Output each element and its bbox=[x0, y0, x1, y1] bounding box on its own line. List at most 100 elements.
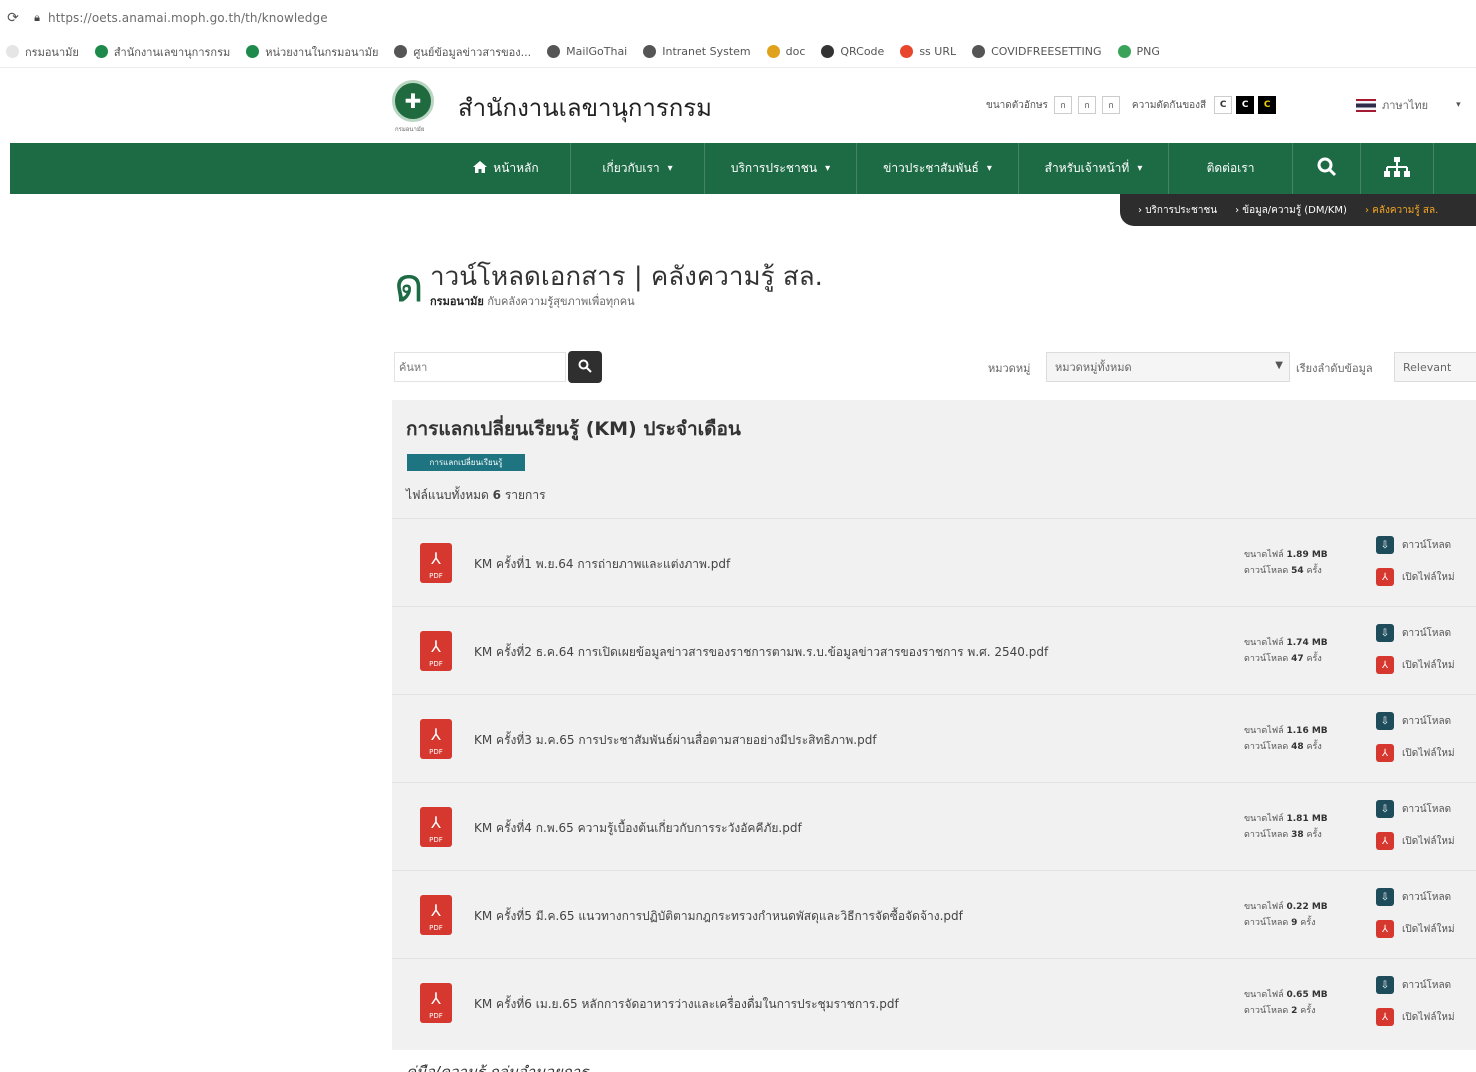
bookmark-icon bbox=[394, 45, 408, 58]
bookmark-item[interactable]: COVIDFREESETTING bbox=[972, 45, 1102, 58]
open-file-button[interactable]: ⅄ เปิดไฟล์ใหม่ bbox=[1376, 744, 1455, 762]
contrast-dark-button[interactable]: C bbox=[1236, 96, 1255, 114]
bookmark-item[interactable]: ss URL bbox=[900, 45, 956, 58]
reload-icon[interactable]: ⟳ bbox=[0, 10, 26, 26]
download-button-label: ดาวน์โหลด bbox=[1402, 627, 1452, 639]
file-meta: ขนาดไฟล์ 1.16 MB ดาวน์โหลด 48 ครั้ง bbox=[1244, 723, 1328, 755]
download-button-label: ดาวน์โหลด bbox=[1402, 891, 1452, 903]
pdf-file-icon[interactable]: ⅄ PDF bbox=[420, 895, 452, 935]
bookmark-item[interactable]: สำนักงานเลขานุการกรม bbox=[94, 43, 231, 61]
nav-about-label: เกี่ยวกับเรา bbox=[602, 161, 660, 175]
bookmark-item[interactable]: MailGoThai bbox=[547, 45, 627, 58]
times-label: ครั้ง bbox=[1300, 918, 1316, 928]
bookmark-icon bbox=[643, 45, 657, 58]
download-button[interactable]: ⇩ ดาวน์โหลด bbox=[1376, 888, 1451, 906]
open-file-button-label: เปิดไฟล์ใหม่ bbox=[1402, 571, 1455, 583]
download-button[interactable]: ⇩ ดาวน์โหลด bbox=[1376, 712, 1451, 730]
font-size-large-button[interactable]: ก bbox=[1101, 96, 1120, 114]
bookmark-label: COVIDFREESETTING bbox=[991, 45, 1102, 58]
department-logo[interactable]: ✚ bbox=[392, 80, 434, 122]
nav-home-label: หน้าหลัก bbox=[493, 161, 539, 175]
file-name[interactable]: KM ครั้งที่4 ก.พ.65 ความรู้เบื้องต้นเกี่… bbox=[474, 819, 802, 838]
file-name[interactable]: KM ครั้งที่6 เม.ย.65 หลักการจัดอาหารว่าง… bbox=[474, 995, 899, 1014]
pdf-file-icon[interactable]: ⅄ PDF bbox=[420, 983, 452, 1023]
nav-public-services-label: บริการประชาชน bbox=[730, 161, 818, 175]
bookmark-icon bbox=[547, 45, 561, 58]
open-file-icon: ⅄ bbox=[1376, 1008, 1394, 1026]
download-count: 2 bbox=[1291, 1006, 1298, 1016]
bookmark-item[interactable]: doc bbox=[766, 45, 806, 58]
search-icon bbox=[1317, 157, 1337, 180]
bookmark-item[interactable]: QRCode bbox=[821, 45, 884, 58]
bookmark-label: PNG bbox=[1136, 45, 1160, 58]
pdf-file-icon[interactable]: ⅄ PDF bbox=[420, 719, 452, 759]
nav-staff[interactable]: สำหรับเจ้าหน้าที่ ▾ bbox=[1018, 143, 1168, 194]
nav-sitemap-button[interactable] bbox=[1360, 143, 1434, 194]
contrast-normal-button[interactable]: C bbox=[1214, 96, 1233, 114]
open-file-button[interactable]: ⅄ เปิดไฟล์ใหม่ bbox=[1376, 568, 1455, 586]
nav-about[interactable]: เกี่ยวกับเรา ▾ bbox=[570, 143, 704, 194]
file-size: 1.74 MB bbox=[1286, 638, 1328, 648]
file-name[interactable]: KM ครั้งที่5 มี.ค.65 แนวทางการปฏิบัติตาม… bbox=[474, 907, 963, 926]
pdf-file-icon[interactable]: ⅄ PDF bbox=[420, 631, 452, 671]
site-title[interactable]: สำนักงานเลขานุการกรม bbox=[458, 88, 712, 127]
file-size-label: ขนาดไฟล์ bbox=[1244, 902, 1284, 912]
sort-select[interactable]: Relevant bbox=[1394, 352, 1476, 382]
download-button[interactable]: ⇩ ดาวน์โหลด bbox=[1376, 976, 1451, 994]
nav-public-services[interactable]: บริการประชาชน ▾ bbox=[704, 143, 856, 194]
page-title-initial: ด bbox=[394, 258, 424, 312]
font-size-medium-button[interactable]: ก bbox=[1077, 96, 1096, 114]
contrast-yellow-button[interactable]: C bbox=[1258, 96, 1277, 114]
download-button[interactable]: ⇩ ดาวน์โหลด bbox=[1376, 800, 1451, 818]
open-file-icon: ⅄ bbox=[1376, 568, 1394, 586]
download-button[interactable]: ⇩ ดาวน์โหลด bbox=[1376, 624, 1451, 642]
times-label: ครั้ง bbox=[1306, 742, 1322, 752]
open-file-button[interactable]: ⅄ เปิดไฟล์ใหม่ bbox=[1376, 832, 1455, 850]
search-button[interactable] bbox=[568, 351, 602, 383]
acrobat-icon: ⅄ bbox=[431, 637, 441, 656]
nav-contact[interactable]: ติดต่อเรา bbox=[1168, 143, 1292, 194]
pdf-file-icon[interactable]: ⅄ PDF bbox=[420, 807, 452, 847]
open-file-button-label: เปิดไฟล์ใหม่ bbox=[1402, 659, 1455, 671]
acrobat-icon: ⅄ bbox=[431, 813, 441, 832]
file-name[interactable]: KM ครั้งที่1 พ.ย.64 การถ่ายภาพและแต่งภาพ… bbox=[474, 555, 730, 574]
file-name[interactable]: KM ครั้งที่2 ธ.ค.64 การเปิดเผยข้อมูลข่าว… bbox=[474, 643, 1048, 662]
nav-search-button[interactable] bbox=[1292, 143, 1360, 194]
bookmark-icon bbox=[972, 45, 986, 58]
address-bar[interactable]: ⟳ 🔒︎ https://oets.anamai.moph.go.th/th/k… bbox=[0, 0, 1476, 36]
breadcrumb: › บริการประชาชน › ข้อมูล/ความรู้ (DM/KM)… bbox=[1120, 194, 1476, 226]
bookmark-item[interactable]: หน่วยงานในกรมอนามัย bbox=[246, 43, 378, 61]
language-select[interactable]: ภาษาไทย ▾ bbox=[1356, 96, 1461, 114]
open-file-button[interactable]: ⅄ เปิดไฟล์ใหม่ bbox=[1376, 1008, 1455, 1026]
accessibility-controls: ขนาดตัวอักษร ก ก ก ความตัดกันของสี C C C bbox=[986, 96, 1277, 114]
site-header: ✚ กรมอนามัย สำนักงานเลขานุการกรม ขนาดตัว… bbox=[0, 68, 1476, 142]
open-file-button-label: เปิดไฟล์ใหม่ bbox=[1402, 835, 1455, 847]
bookmark-item[interactable]: กรมอนามัย bbox=[6, 43, 79, 61]
url-text[interactable]: https://oets.anamai.moph.go.th/th/knowle… bbox=[48, 11, 328, 25]
search-input[interactable] bbox=[394, 352, 566, 382]
bookmark-item[interactable]: PNG bbox=[1117, 45, 1160, 58]
file-name[interactable]: KM ครั้งที่3 ม.ค.65 การประชาสัมพันธ์ผ่าน… bbox=[474, 731, 877, 750]
chevron-down-icon: ▾ bbox=[667, 163, 673, 174]
nav-home[interactable]: หน้าหลัก bbox=[454, 143, 558, 194]
bookmark-item[interactable]: ศูนย์ข้อมูลข่าวสารของ... bbox=[394, 43, 531, 61]
download-icon: ⇩ bbox=[1376, 624, 1394, 642]
open-file-button[interactable]: ⅄ เปิดไฟล์ใหม่ bbox=[1376, 656, 1455, 674]
bookmark-label: สำนักงานเลขานุการกรม bbox=[113, 45, 231, 59]
category-tag[interactable]: การแลกเปลี่ยนเรียนรู้ bbox=[407, 454, 525, 471]
nav-news[interactable]: ข่าวประชาสัมพันธ์ ▾ bbox=[856, 143, 1018, 194]
open-file-button[interactable]: ⅄ เปิดไฟล์ใหม่ bbox=[1376, 920, 1455, 938]
download-count: 47 bbox=[1291, 654, 1304, 664]
pdf-file-icon[interactable]: ⅄ PDF bbox=[420, 543, 452, 583]
font-size-small-button[interactable]: ก bbox=[1053, 96, 1072, 114]
acrobat-icon: ⅄ bbox=[431, 549, 441, 568]
breadcrumb-item[interactable]: › บริการประชาชน bbox=[1138, 203, 1217, 218]
breadcrumb-item[interactable]: › ข้อมูล/ความรู้ (DM/KM) bbox=[1235, 203, 1347, 218]
chevron-down-icon: ▾ bbox=[825, 163, 831, 174]
download-button[interactable]: ⇩ ดาวน์โหลด bbox=[1376, 536, 1451, 554]
bookmark-item[interactable]: Intranet System bbox=[643, 45, 751, 58]
category-select[interactable]: หมวดหมู่ทั้งหมด ▼ bbox=[1046, 352, 1290, 382]
bookmark-label: doc bbox=[785, 45, 806, 58]
download-count: 9 bbox=[1291, 918, 1298, 928]
bookmark-label: ss URL bbox=[919, 45, 957, 58]
